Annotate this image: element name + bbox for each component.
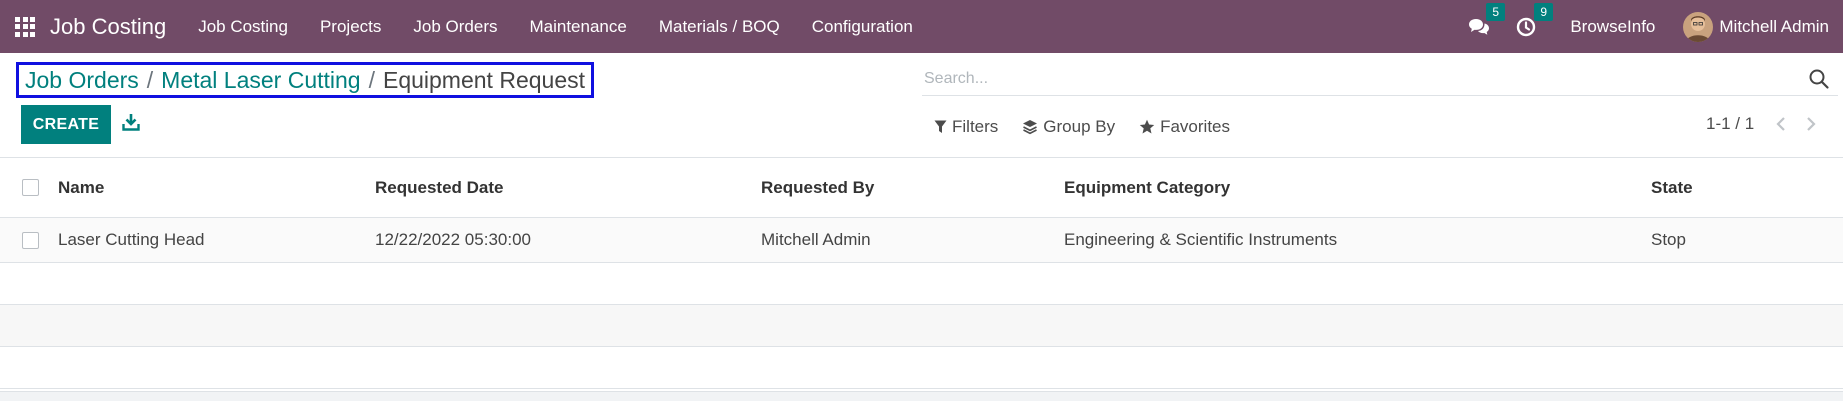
filters-label: Filters: [952, 117, 999, 136]
breadcrumb-current: Equipment Request: [382, 66, 585, 93]
table-row[interactable]: Laser Cutting Head 12/22/2022 05:30:00 M…: [0, 218, 1843, 263]
clock-icon: [1517, 17, 1536, 36]
cell-equipment-category[interactable]: Engineering & Scientific Instruments: [1064, 230, 1337, 250]
search-options: Filters Group By Favorites: [934, 117, 1254, 137]
search-input[interactable]: [922, 69, 1808, 88]
favorites-label: Favorites: [1160, 117, 1231, 136]
filters-button[interactable]: Filters: [934, 117, 998, 137]
breadcrumb: Job Orders / Metal Laser Cutting / Equip…: [16, 62, 594, 98]
systray: 5 9 BrowseInfo Mitchell Admin: [1468, 0, 1843, 53]
empty-row: [0, 263, 1843, 305]
list-footer: [0, 391, 1843, 401]
list-view: Name Requested Date Requested By Equipme…: [0, 157, 1843, 389]
column-header-name[interactable]: Name: [58, 178, 104, 198]
cell-requested-by[interactable]: Mitchell Admin: [761, 230, 871, 250]
chevron-left-icon[interactable]: [1774, 116, 1788, 132]
activities-button[interactable]: 9: [1516, 2, 1554, 37]
table-header: Name Requested Date Requested By Equipme…: [0, 157, 1843, 218]
messages-button[interactable]: 5: [1468, 2, 1506, 37]
cell-name[interactable]: Laser Cutting Head: [58, 230, 204, 250]
download-icon[interactable]: [122, 113, 140, 131]
select-all-checkbox[interactable]: [22, 179, 39, 196]
column-header-equipment-category[interactable]: Equipment Category: [1064, 178, 1230, 198]
menu-configuration[interactable]: Configuration: [796, 17, 929, 37]
column-header-requested-date[interactable]: Requested Date: [375, 178, 503, 198]
column-header-state[interactable]: State: [1651, 178, 1693, 198]
breadcrumb-separator: /: [368, 66, 375, 93]
company-switcher[interactable]: BrowseInfo: [1570, 17, 1655, 37]
column-header-requested-by[interactable]: Requested By: [761, 178, 874, 198]
pager: 1-1 / 1: [1706, 114, 1834, 134]
user-menu[interactable]: Mitchell Admin: [1683, 11, 1829, 42]
menu-projects[interactable]: Projects: [304, 17, 397, 37]
search-bar: [922, 62, 1838, 96]
apps-menu-icon[interactable]: [15, 16, 35, 37]
activities-badge: 9: [1534, 2, 1554, 21]
breadcrumb-separator: /: [146, 66, 154, 93]
group-by-button[interactable]: Group By: [1022, 117, 1115, 137]
cell-state[interactable]: Stop: [1651, 230, 1686, 250]
empty-row: [0, 305, 1843, 347]
menu-job-costing[interactable]: Job Costing: [182, 17, 304, 37]
avatar: [1683, 11, 1714, 42]
messages-badge: 5: [1486, 2, 1506, 21]
group-by-label: Group By: [1043, 117, 1116, 136]
favorites-button[interactable]: Favorites: [1139, 117, 1230, 137]
menu-materials-boq[interactable]: Materials / BOQ: [643, 17, 796, 37]
cell-requested-date[interactable]: 12/22/2022 05:30:00: [375, 230, 531, 250]
star-icon: [1139, 119, 1155, 134]
breadcrumb-metal-laser-cutting[interactable]: Metal Laser Cutting: [161, 67, 360, 94]
row-checkbox[interactable]: [22, 231, 39, 249]
menu-job-orders[interactable]: Job Orders: [397, 17, 513, 37]
breadcrumb-job-orders[interactable]: Job Orders: [25, 67, 139, 94]
chevron-right-icon[interactable]: [1804, 116, 1818, 132]
layers-icon: [1023, 120, 1038, 135]
app-brand[interactable]: Job Costing: [50, 14, 166, 40]
pager-value[interactable]: 1-1 / 1: [1706, 114, 1754, 134]
create-button[interactable]: CREATE: [21, 105, 111, 144]
menu-maintenance[interactable]: Maintenance: [513, 17, 642, 37]
empty-row: [0, 347, 1843, 389]
top-navbar: Job Costing Job Costing Projects Job Ord…: [0, 0, 1843, 53]
user-name: Mitchell Admin: [1719, 16, 1829, 36]
search-icon[interactable]: [1808, 68, 1830, 90]
filter-icon: [934, 120, 947, 133]
